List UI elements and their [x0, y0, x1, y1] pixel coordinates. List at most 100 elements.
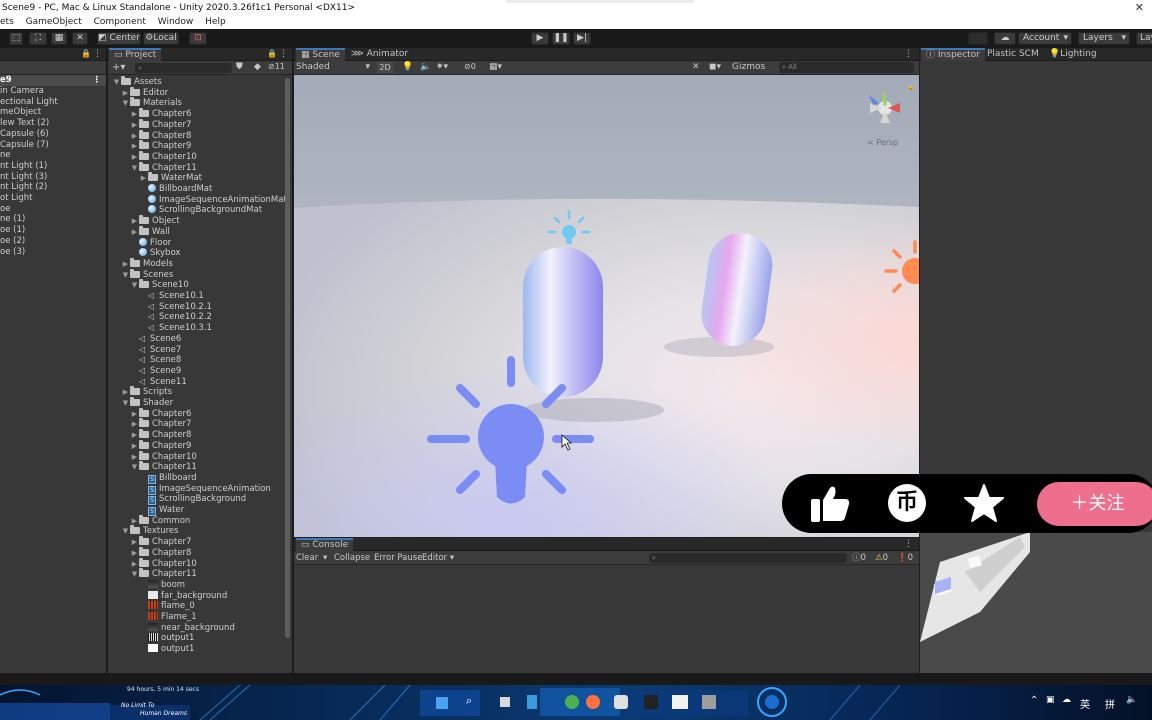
project-tree-item[interactable]: S Billboard	[139, 473, 196, 484]
search-icon[interactable]: ⌕	[466, 694, 472, 708]
transform-tool-icon[interactable]: ⛶	[29, 32, 47, 45]
more-menu-icon[interactable]: ⋮	[904, 49, 913, 59]
lock-icon[interactable]: 🔒	[81, 49, 91, 58]
filter-type-icon[interactable]: ⛊	[236, 62, 243, 72]
grid-toggle-icon[interactable]: ▦▾	[489, 62, 502, 72]
hierarchy-item[interactable]: oe (1)	[0, 225, 25, 236]
hierarchy-item[interactable]: ectional Light	[0, 97, 58, 108]
collab-icon[interactable]: ⊡	[189, 32, 207, 45]
grid-snap-icon[interactable]: ▦	[51, 32, 67, 45]
project-tree-item[interactable]: ▼ Chapter11	[130, 568, 197, 580]
more-menu-icon[interactable]: ⋮	[904, 539, 913, 549]
ime-layout-indicator[interactable]: 拼	[1105, 696, 1115, 711]
hierarchy-item[interactable]: ne	[0, 150, 11, 161]
collab-cloud-button[interactable]	[968, 32, 988, 45]
project-tree-item[interactable]: ▶ Wall	[130, 225, 170, 238]
projection-label[interactable]: < Persp	[867, 138, 898, 147]
expand-arrow-right-icon[interactable]: ▶	[130, 559, 139, 570]
lock-icon[interactable]: 🔒	[267, 49, 277, 58]
project-tree-item[interactable]: ▼ Materials	[121, 97, 182, 109]
project-tree-item[interactable]: ▼ Assets	[112, 76, 162, 88]
project-scrollbar[interactable]	[285, 78, 290, 638]
collapse-button[interactable]: Collapse	[334, 551, 370, 565]
editor-dropdown[interactable]: Editor ▾	[422, 551, 454, 565]
hierarchy-item[interactable]: Capsule (7)	[0, 140, 49, 151]
error-pause-button[interactable]: Error Pause	[374, 551, 422, 565]
project-tree-item[interactable]: S ScrollingBackground	[139, 494, 246, 506]
tab-inspector[interactable]: ⓘ Inspector	[921, 48, 985, 61]
expand-arrow-down-icon[interactable]: ▼	[130, 462, 139, 473]
task-view-icon[interactable]	[500, 697, 510, 707]
project-search-input[interactable]: ⌕	[135, 63, 232, 73]
tray-cloud-icon[interactable]: ☁	[1062, 695, 1071, 705]
tab-plastic-scm[interactable]: Plastic SCM	[982, 48, 1044, 61]
expand-arrow-down-icon[interactable]: ▼	[121, 98, 130, 109]
more-menu-icon[interactable]: ⋮	[279, 49, 288, 59]
coin-icon[interactable]: 币	[888, 484, 926, 522]
project-tree-item[interactable]: output1	[139, 644, 194, 655]
project-tree-item[interactable]: S ImageSequenceAnimation	[139, 484, 271, 495]
layout-dropdown[interactable]: Lay	[1136, 32, 1152, 45]
scene-search-input[interactable]: ⌕ All	[779, 62, 914, 73]
expand-arrow-down-icon[interactable]: ▼	[130, 163, 139, 174]
hierarchy-item[interactable]: ne (1)	[0, 214, 25, 225]
rect-tool-icon[interactable]: ⬚	[9, 32, 23, 45]
project-tree-item[interactable]: ◁ Scene10.1	[139, 291, 204, 302]
clear-options-chevron-icon[interactable]: ▾	[323, 551, 327, 565]
camera-icon[interactable]: ◼▾	[709, 62, 721, 72]
favorite-star-icon[interactable]	[963, 483, 1005, 523]
log-count-toggle[interactable]: ⓘ0	[852, 551, 866, 565]
project-tree-item[interactable]: ▼ Chapter11	[130, 461, 197, 473]
expand-arrow-right-icon[interactable]: ▶	[121, 88, 130, 99]
project-tree-item[interactable]: ▶ Object	[130, 215, 180, 227]
project-tree-item[interactable]: ▼ Scenes	[121, 268, 173, 281]
project-tree-item[interactable]: ▶ Chapter9	[130, 439, 191, 452]
project-tree-item[interactable]: ▼ Chapter11	[130, 161, 197, 174]
terminal-app-icon[interactable]	[644, 695, 658, 709]
menu-window[interactable]: Window	[158, 16, 194, 29]
project-tree-item[interactable]: ◁ Scene10.2.1	[139, 302, 212, 313]
close-window-icon[interactable]: ✕	[1135, 0, 1144, 16]
pivot-center-toggle[interactable]: ◩ Center	[97, 32, 141, 45]
project-tree-item[interactable]: BillboardMat	[139, 184, 212, 195]
custom-tool-icon[interactable]: ✕	[72, 32, 88, 45]
expand-arrow-down-icon[interactable]: ▼	[121, 270, 130, 281]
expand-arrow-down-icon[interactable]: ▼	[112, 77, 121, 88]
expand-arrow-right-icon[interactable]: ▶	[130, 452, 139, 463]
toggle-2d-button[interactable]: 2D	[377, 62, 393, 73]
menu-gameobject[interactable]: GameObject	[26, 16, 82, 29]
speaker-icon[interactable]: 🔈	[1126, 695, 1137, 705]
menu-component[interactable]: Component	[94, 16, 146, 29]
project-tree-item[interactable]: ScrollingBackgroundMat	[139, 205, 262, 216]
audio-toggle-icon[interactable]: 🔈	[420, 62, 431, 72]
expand-arrow-down-icon[interactable]: ▼	[130, 569, 139, 580]
tab-animator[interactable]: ⋙ Animator	[346, 48, 413, 61]
tools-icon[interactable]: ✕	[692, 62, 700, 72]
tab-console[interactable]: ▭ Console	[296, 538, 354, 551]
expand-arrow-right-icon[interactable]: ▶	[130, 419, 139, 430]
app-icon-3[interactable]	[586, 695, 600, 709]
clear-button[interactable]: Clear	[296, 551, 318, 565]
hierarchy-item[interactable]: in Camera	[0, 86, 44, 97]
expand-arrow-right-icon[interactable]: ▶	[130, 152, 139, 163]
app-icon-2[interactable]	[565, 695, 579, 709]
tray-chevron-up-icon[interactable]: ⌃	[1030, 695, 1038, 706]
hierarchy-item[interactable]: nt Light (1)	[0, 161, 47, 172]
project-tree-item[interactable]: flame_0	[139, 601, 195, 612]
menu-assets[interactable]: ets	[0, 16, 14, 29]
hierarchy-item[interactable]: nt Light (2)	[0, 182, 47, 193]
cloud-icon[interactable]: ☁	[994, 32, 1016, 45]
project-tree-item[interactable]: ▶ Scripts	[121, 386, 172, 398]
project-tree-item[interactable]: Floor	[130, 237, 171, 249]
ime-language-indicator[interactable]: 英	[1080, 696, 1090, 711]
lighting-toggle-icon[interactable]: 💡	[402, 62, 413, 72]
project-tree-item[interactable]: ▶ Chapter8	[130, 546, 191, 559]
project-tree-item[interactable]: ◁ Scene10.3.1	[139, 323, 212, 334]
warning-count-toggle[interactable]: ⚠0	[875, 551, 888, 565]
project-tree-item[interactable]: ▶ Chapter7	[130, 118, 191, 131]
project-tree-item[interactable]: output1	[139, 633, 194, 644]
expand-arrow-right-icon[interactable]: ▶	[139, 173, 148, 184]
expand-arrow-right-icon[interactable]: ▶	[121, 259, 130, 270]
hidden-packages-icon[interactable]: ⊘11	[268, 62, 285, 71]
project-tree-item[interactable]: ◁ Scene9	[130, 366, 181, 377]
